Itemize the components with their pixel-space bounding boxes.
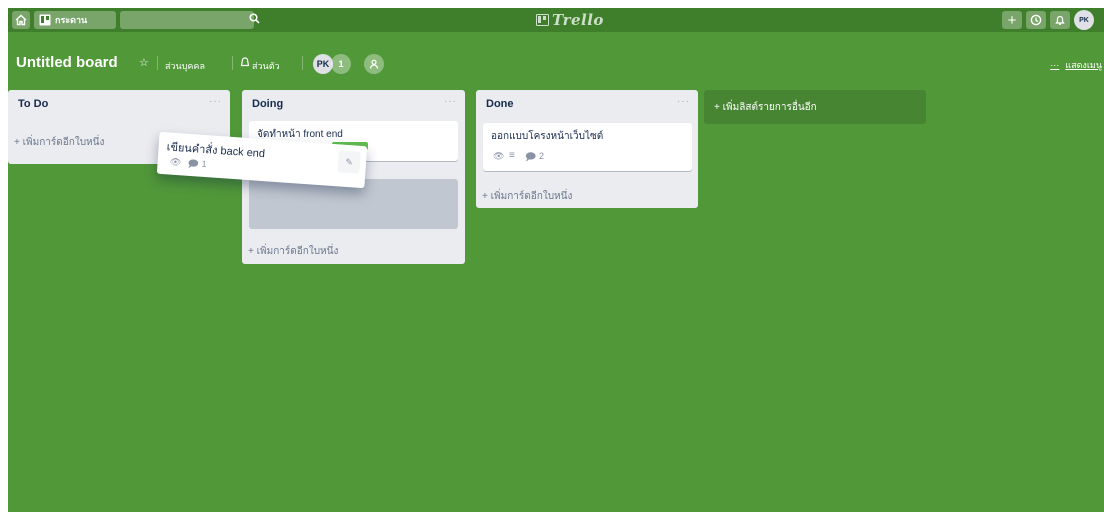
card[interactable]: ออกแบบโครงหน้าเว็บไซต์ 👁 ≡ 🗩 2 [483,123,692,171]
add-button[interactable]: + [1002,11,1022,29]
watch-icon: 👁 [169,156,182,168]
invite-button[interactable] [364,54,384,74]
list-menu-button[interactable]: ··· [209,96,222,107]
member-count: 1 [338,59,344,69]
board-member-avatar[interactable]: PK [313,54,333,74]
add-list-label: + เพิ่มลิสต์รายการอื่นอีก [714,102,817,113]
ellipsis-icon: ··· [1050,60,1060,70]
boards-label: กระดาน [55,15,88,25]
info-icon [1030,14,1042,26]
list-menu-button[interactable]: ··· [444,96,457,107]
show-menu-link[interactable]: ··· แสดงเมนู [1050,58,1102,72]
boards-button[interactable]: กระดาน [34,11,116,29]
star-icon[interactable]: ☆ [139,56,149,69]
privacy-button[interactable]: ส่วนตัว [252,59,280,73]
home-button[interactable] [12,11,30,29]
board-title[interactable]: Untitled board [16,54,118,71]
board-member-initials: PK [316,59,330,69]
edit-icon[interactable]: ✎ [337,150,361,174]
watch-icon: 👁 [493,151,505,161]
list-title[interactable]: Done [486,98,514,110]
lock-icon [240,57,250,70]
home-icon [15,14,27,26]
search-icon [246,12,262,28]
member-avatar[interactable]: PK [1074,10,1094,30]
avatar-initials: PK [1079,16,1089,24]
plus-icon: + [1007,11,1017,29]
team-visibility-button[interactable]: ส่วนบุคคล [165,59,205,73]
card-title: ออกแบบโครงหน้าเว็บไซต์ [491,131,604,142]
show-menu-label: แสดงเมนู [1065,60,1102,70]
divider [232,56,233,70]
list-title[interactable]: Doing [252,98,283,110]
trello-logo-icon [536,14,549,26]
boards-icon [39,14,51,26]
top-header: กระดาน Trello + PK [8,8,1104,32]
info-button[interactable] [1026,11,1046,29]
add-card-button[interactable]: + เพิ่มการ์ดอีกใบหนึ่ง [248,244,338,259]
list-menu-button[interactable]: ··· [677,96,690,107]
list-title[interactable]: To Do [18,98,48,110]
logo-text: Trello [552,11,604,29]
comment-count: 1 [201,158,207,170]
invite-icon [369,59,379,69]
comment-icon: 🗩 [187,158,199,171]
add-card-button[interactable]: + เพิ่มการ์ดอีกใบหนึ่ง [14,135,104,150]
search-input[interactable] [120,11,260,29]
list-done: Done ··· ออกแบบโครงหน้าเว็บไซต์ 👁 ≡ 🗩 2 … [476,90,698,208]
divider [157,56,158,70]
description-icon: ≡ [509,150,515,161]
add-card-button[interactable]: + เพิ่มการ์ดอีกใบหนึ่ง [482,189,572,204]
comment-count: 2 [539,151,545,161]
add-list-button[interactable]: + เพิ่มลิสต์รายการอื่นอีก [704,90,926,124]
member-count-badge[interactable]: 1 [331,54,351,74]
bell-icon [1055,15,1065,25]
trello-logo[interactable]: Trello [536,11,604,29]
divider [302,56,303,70]
board-frame: กระดาน Trello + PK Untitled board ☆ ส่วน… [8,8,1104,512]
notifications-button[interactable] [1050,11,1070,29]
comment-icon: 🗩 [525,152,537,163]
